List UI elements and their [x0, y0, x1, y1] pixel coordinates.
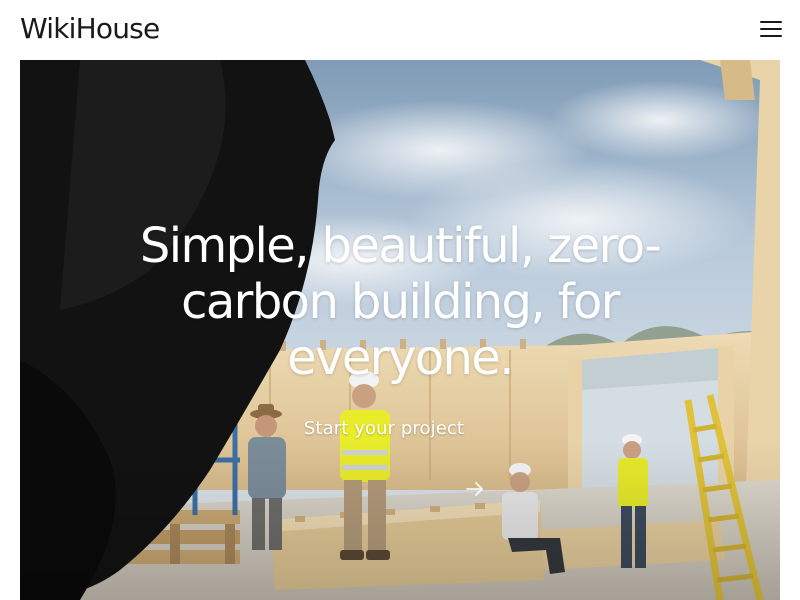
- site-header: WikiHouse: [0, 0, 800, 60]
- wikihouse-logo[interactable]: WikiHouse: [20, 12, 160, 45]
- hero-section: Simple, beautiful, zero-carbon building,…: [20, 60, 780, 600]
- hero-content: Simple, beautiful, zero-carbon building,…: [20, 60, 780, 600]
- start-project-label: Start your project: [303, 418, 465, 439]
- menu-button[interactable]: [756, 16, 786, 44]
- start-project-link[interactable]: Start your project: [284, 418, 516, 508]
- hero-headline: Simple, beautiful, zero-carbon building,…: [139, 218, 662, 386]
- hamburger-menu-icon: [760, 21, 782, 23]
- arrow-right-icon: [466, 482, 483, 496]
